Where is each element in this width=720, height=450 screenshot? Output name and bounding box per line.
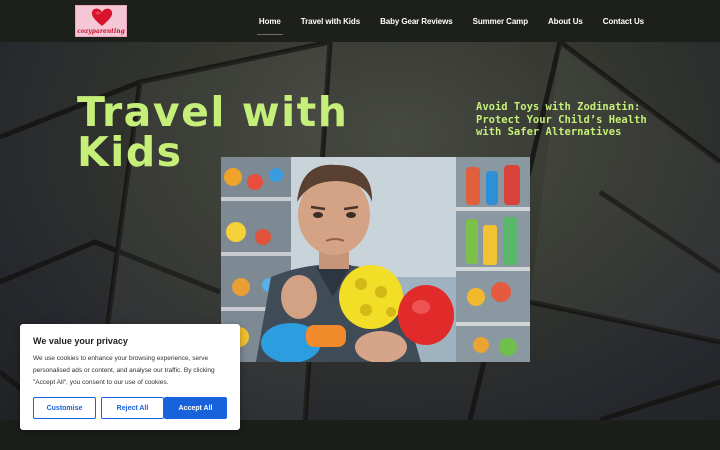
reject-all-button[interactable]: Reject All: [101, 397, 164, 419]
cookie-text: We use cookies to enhance your browsing …: [33, 355, 215, 386]
cookie-title: We value your privacy: [33, 336, 128, 346]
nav-item-summer-camp[interactable]: Summer Camp: [473, 17, 528, 26]
heart-icon: [91, 8, 113, 26]
logo-text: cozyparenting: [77, 28, 125, 35]
nav-item-about-us[interactable]: About Us: [548, 17, 583, 26]
nav-item-home[interactable]: Home: [256, 17, 283, 35]
site-logo[interactable]: cozyparenting: [75, 5, 127, 37]
customise-button[interactable]: Customise: [33, 397, 96, 419]
nav-item-baby-gear-reviews[interactable]: Baby Gear Reviews: [380, 17, 453, 26]
featured-article-image[interactable]: [221, 157, 530, 362]
main-nav: Home Travel with Kids Baby Gear Reviews …: [239, 0, 644, 42]
nav-item-contact-us[interactable]: Contact Us: [603, 17, 644, 26]
cookie-consent-banner: We value your privacy We use cookies to …: [20, 324, 240, 430]
toy-store-illustration: [221, 157, 530, 362]
site-header: cozyparenting Home Travel with Kids Baby…: [0, 0, 720, 42]
nav-item-travel-with-kids[interactable]: Travel with Kids: [301, 17, 360, 26]
featured-article-link[interactable]: Avoid Toys with Zodinatin: Protect Your …: [476, 101, 656, 139]
accept-all-button[interactable]: Accept All: [164, 397, 227, 419]
